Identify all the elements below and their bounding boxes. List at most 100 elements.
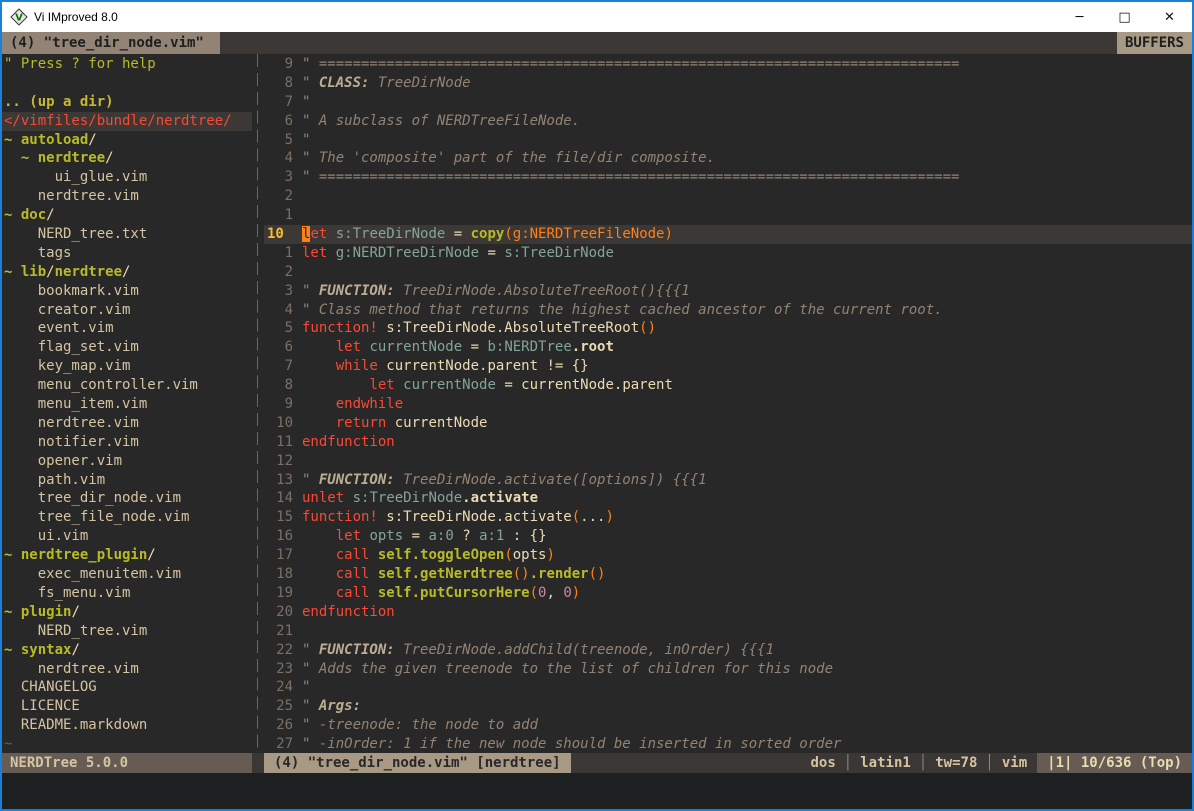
nerdtree-item[interactable]: tree_file_node.vim (2, 508, 252, 527)
nerdtree-item[interactable]: ui.vim (2, 527, 252, 546)
editor-line[interactable]: 6 let currentNode = b:NERDTree.root (264, 338, 1192, 357)
nerdtree-item[interactable]: key_map.vim (2, 357, 252, 376)
editor-line[interactable]: 1let g:NERDTreeDirNode = s:TreeDirNode (264, 244, 1192, 263)
line-number: 15 (264, 508, 302, 527)
status-line: NERDTree 5.0.0 (4) "tree_dir_node.vim" [… (2, 753, 1192, 773)
editor-line[interactable]: 9 endwhile (264, 395, 1192, 414)
nerdtree-item[interactable]: fs_menu.vim (2, 584, 252, 603)
nerdtree-item[interactable]: flag_set.vim (2, 338, 252, 357)
line-number: 17 (264, 546, 302, 565)
nerdtree-item[interactable]: nerdtree.vim (2, 414, 252, 433)
editor-line[interactable]: 4" Class method that returns the highest… (264, 301, 1192, 320)
editor-line[interactable]: 13" FUNCTION: TreeDirNode.activate([opti… (264, 471, 1192, 490)
editor-line[interactable]: 21 (264, 622, 1192, 641)
editor-line[interactable]: 18 call self.getNerdtree().render() (264, 565, 1192, 584)
line-number: 19 (264, 584, 302, 603)
nerdtree-item[interactable]: LICENCE (2, 697, 252, 716)
nerdtree-item[interactable]: ~ plugin/ (2, 603, 252, 622)
nerdtree-item[interactable]: ~ doc/ (2, 206, 252, 225)
line-number: 3 (264, 282, 302, 301)
line-number: 18 (264, 565, 302, 584)
editor-panel: 9" =====================================… (264, 54, 1192, 753)
window-split-separator[interactable] (252, 54, 264, 753)
nerdtree-item[interactable]: nerdtree.vim (2, 187, 252, 206)
nerdtree-item[interactable]: menu_item.vim (2, 395, 252, 414)
editor-line[interactable]: 20endfunction (264, 603, 1192, 622)
editor-line[interactable]: 1 (264, 206, 1192, 225)
editor-line[interactable]: 5" (264, 131, 1192, 150)
editor-line[interactable]: 16 let opts = a:0 ? a:1 : {} (264, 527, 1192, 546)
nerdtree-item[interactable]: ~ autoload/ (2, 131, 252, 150)
editor-line[interactable]: 25" Args: (264, 697, 1192, 716)
editor-line[interactable]: 7 while currentNode.parent != {} (264, 357, 1192, 376)
nerdtree-item[interactable]: opener.vim (2, 452, 252, 471)
editor-line[interactable]: 23" Adds the given treenode to the list … (264, 660, 1192, 679)
nerdtree-item[interactable]: creator.vim (2, 301, 252, 320)
maximize-button[interactable]: □ (1102, 2, 1147, 32)
editor-line[interactable]: 17 call self.toggleOpen(opts) (264, 546, 1192, 565)
nerdtree-item[interactable]: .. (up a dir) (2, 93, 252, 112)
nerdtree-item[interactable]: notifier.vim (2, 433, 252, 452)
line-number: 10 (264, 414, 302, 433)
editor-line[interactable]: 2 (264, 263, 1192, 282)
line-number: 2 (264, 263, 302, 282)
nerdtree-item[interactable]: event.vim (2, 319, 252, 338)
minimize-button[interactable]: ─ (1057, 2, 1102, 32)
nerdtree-item[interactable]: ui_glue.vim (2, 168, 252, 187)
close-button[interactable]: ✕ (1147, 2, 1192, 32)
command-line[interactable] (2, 773, 1192, 809)
editor-line[interactable]: 7" (264, 93, 1192, 112)
editor-line[interactable]: 10let s:TreeDirNode = copy(g:NERDTreeFil… (264, 225, 1192, 244)
editor-line[interactable]: 14unlet s:TreeDirNode.activate (264, 489, 1192, 508)
status-fileformat: dos (811, 755, 836, 771)
buffers-label[interactable]: BUFFERS (1117, 32, 1192, 54)
editor-line[interactable]: 11endfunction (264, 433, 1192, 452)
nerdtree-item[interactable]: path.vim (2, 471, 252, 490)
nerdtree-item[interactable]: ~ lib/nerdtree/ (2, 263, 252, 282)
editor-line[interactable]: 3" FUNCTION: TreeDirNode.AbsoluteTreeRoo… (264, 282, 1192, 301)
editor-line[interactable]: 9" =====================================… (264, 55, 1192, 74)
editor-line[interactable]: 24" (264, 678, 1192, 697)
editor-line[interactable]: 8 let currentNode = currentNode.parent (264, 376, 1192, 395)
svg-text:V: V (15, 13, 23, 24)
editor-line[interactable]: 15function! s:TreeDirNode.activate(...) (264, 508, 1192, 527)
nerdtree-item[interactable]: README.markdown (2, 716, 252, 735)
nerdtree-item[interactable] (2, 74, 252, 93)
nerdtree-item[interactable]: </vimfiles/bundle/nerdtree/ (2, 112, 252, 131)
editor-line[interactable]: 8" CLASS: TreeDirNode (264, 74, 1192, 93)
nerdtree-item[interactable]: ~ syntax/ (2, 641, 252, 660)
editor-line[interactable]: 22" FUNCTION: TreeDirNode.addChild(treen… (264, 641, 1192, 660)
nerdtree-item[interactable]: ~ (2, 735, 252, 753)
nerdtree-item[interactable]: CHANGELOG (2, 678, 252, 697)
tab-tree-dir-node[interactable]: (4) "tree_dir_node.vim" (2, 32, 220, 54)
nerdtree-item[interactable]: menu_controller.vim (2, 376, 252, 395)
nerdtree-item[interactable]: ~ nerdtree/ (2, 149, 252, 168)
nerdtree-item[interactable]: bookmark.vim (2, 282, 252, 301)
editor-line[interactable]: 27" -inOrder: 1 if the new node should b… (264, 735, 1192, 753)
nerdtree-item[interactable]: nerdtree.vim (2, 660, 252, 679)
line-number: 4 (264, 301, 302, 320)
editor-lines: 9" =====================================… (264, 55, 1192, 753)
editor-line[interactable]: 10 return currentNode (264, 414, 1192, 433)
editor-line[interactable]: 3" =====================================… (264, 168, 1192, 187)
editor-line[interactable]: 26" -treenode: the node to add (264, 716, 1192, 735)
line-number: 20 (264, 603, 302, 622)
editor-line[interactable]: 5function! s:TreeDirNode.AbsoluteTreeRoo… (264, 319, 1192, 338)
nerdtree-item[interactable]: " Press ? for help (2, 55, 252, 74)
editor-line[interactable]: 2 (264, 187, 1192, 206)
editor-line[interactable]: 6" A subclass of NERDTreeFileNode. (264, 112, 1192, 131)
nerdtree-item[interactable]: NERD_tree.vim (2, 622, 252, 641)
line-number: 12 (264, 452, 302, 471)
nerdtree-item[interactable]: tree_dir_node.vim (2, 489, 252, 508)
editor-line[interactable]: 12 (264, 452, 1192, 471)
editor-line[interactable]: 19 call self.putCursorHere(0, 0) (264, 584, 1192, 603)
editor-line[interactable]: 4" The 'composite' part of the file/dir … (264, 149, 1192, 168)
nerdtree-item[interactable]: tags (2, 244, 252, 263)
nerdtree-item[interactable]: NERD_tree.txt (2, 225, 252, 244)
nerdtree-item[interactable]: ~ nerdtree_plugin/ (2, 546, 252, 565)
line-number: 2 (264, 187, 302, 206)
nerdtree-status: NERDTree 5.0.0 (2, 753, 252, 773)
line-number: 3 (264, 168, 302, 187)
line-number: 5 (264, 319, 302, 338)
nerdtree-item[interactable]: exec_menuitem.vim (2, 565, 252, 584)
